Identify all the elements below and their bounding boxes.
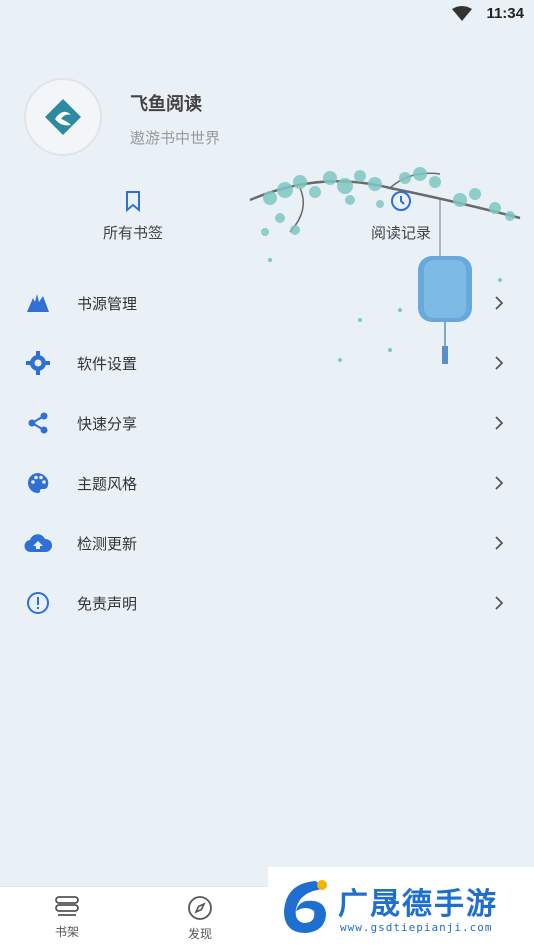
drawer-menu: 书源管理 软件设置 快速分享 主题风格 检测更新 免责声明 bbox=[0, 273, 534, 633]
menu-item-check-update[interactable]: 检测更新 bbox=[0, 513, 534, 573]
reading-history-link[interactable]: 阅读记录 bbox=[346, 190, 456, 243]
palette-icon bbox=[24, 469, 52, 497]
menu-item-label: 快速分享 bbox=[77, 414, 138, 433]
avatar[interactable] bbox=[24, 78, 102, 156]
menu-item-settings[interactable]: 软件设置 bbox=[0, 333, 534, 393]
menu-item-disclaimer[interactable]: 免责声明 bbox=[0, 573, 534, 633]
chevron-right-icon bbox=[494, 595, 510, 611]
menu-item-label: 检测更新 bbox=[77, 534, 138, 553]
menu-item-share[interactable]: 快速分享 bbox=[0, 393, 534, 453]
cloud-upload-icon bbox=[24, 529, 52, 557]
status-time: 11:34 bbox=[486, 5, 524, 22]
menu-item-book-source[interactable]: 书源管理 bbox=[0, 273, 534, 333]
quick-links: 所有书签 阅读记录 bbox=[0, 190, 534, 250]
chevron-right-icon bbox=[494, 535, 510, 551]
nav-label: 发现 bbox=[187, 927, 212, 941]
menu-item-label: 书源管理 bbox=[77, 294, 138, 313]
status-bar: 11:34 bbox=[0, 0, 534, 28]
app-logo-icon bbox=[45, 99, 81, 135]
info-icon bbox=[24, 589, 52, 617]
reading-history-label: 阅读记录 bbox=[370, 224, 431, 242]
compass-icon bbox=[188, 896, 212, 920]
chevron-right-icon bbox=[494, 475, 510, 491]
share-icon bbox=[24, 409, 52, 437]
menu-item-label: 主题风格 bbox=[77, 474, 138, 493]
menu-item-theme[interactable]: 主题风格 bbox=[0, 453, 534, 513]
nav-label: 书架 bbox=[54, 925, 79, 939]
nav-discover[interactable]: 发现 bbox=[170, 895, 230, 942]
app-name: 飞鱼阅读 bbox=[130, 94, 202, 115]
watermark-logo-icon bbox=[284, 880, 327, 933]
profile-header: 飞鱼阅读 遨游书中世界 bbox=[24, 78, 524, 158]
gear-icon bbox=[24, 349, 52, 377]
bookmarks-link[interactable]: 所有书签 bbox=[78, 190, 188, 243]
menu-item-label: 免责声明 bbox=[77, 594, 138, 613]
chevron-right-icon bbox=[494, 295, 510, 311]
watermark: 广晟德手游 www.gsdtiepianji.com bbox=[268, 867, 534, 949]
chevron-right-icon bbox=[494, 355, 510, 371]
chevron-right-icon bbox=[494, 415, 510, 431]
wifi-icon bbox=[452, 6, 472, 26]
clock-icon bbox=[391, 191, 411, 211]
nav-bookshelf[interactable]: 书架 bbox=[37, 895, 97, 940]
bookmark-icon bbox=[126, 191, 140, 213]
bookshelf-icon bbox=[55, 896, 79, 916]
menu-item-label: 软件设置 bbox=[77, 354, 138, 373]
watermark-brand: 广晟德手游 bbox=[338, 887, 498, 922]
bookmarks-label: 所有书签 bbox=[102, 224, 163, 242]
watermark-url: www.gsdtiepianji.com bbox=[340, 921, 493, 934]
book-source-icon bbox=[24, 289, 52, 317]
app-slogan: 遨游书中世界 bbox=[130, 129, 221, 147]
